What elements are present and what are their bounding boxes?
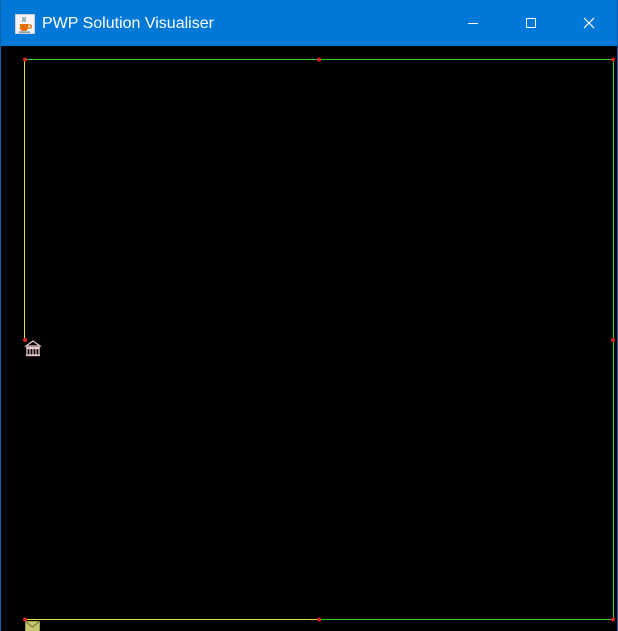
java-cup-icon: [15, 14, 35, 34]
visualiser-canvas[interactable]: [1, 46, 617, 631]
route-node: [23, 338, 27, 342]
maximize-button[interactable]: [502, 0, 560, 46]
minimize-button[interactable]: [444, 0, 502, 46]
route-node: [317, 617, 321, 622]
depot-building-icon: [23, 340, 43, 357]
close-button[interactable]: [560, 0, 617, 46]
app-window: PWP Solution Visualiser: [0, 0, 618, 631]
route-node: [611, 338, 615, 342]
title-bar[interactable]: PWP Solution Visualiser: [1, 0, 617, 46]
solution-drawing: [23, 57, 615, 631]
route-node: [317, 57, 321, 62]
route-node: [611, 617, 615, 622]
route-node: [611, 57, 615, 62]
window-title: PWP Solution Visualiser: [42, 15, 214, 32]
route-node: [23, 57, 27, 62]
maximize-icon: [526, 18, 536, 28]
minimize-icon: [468, 23, 478, 24]
envelope-icon: [25, 621, 40, 631]
route-node: [23, 617, 27, 622]
close-icon: [583, 17, 595, 29]
